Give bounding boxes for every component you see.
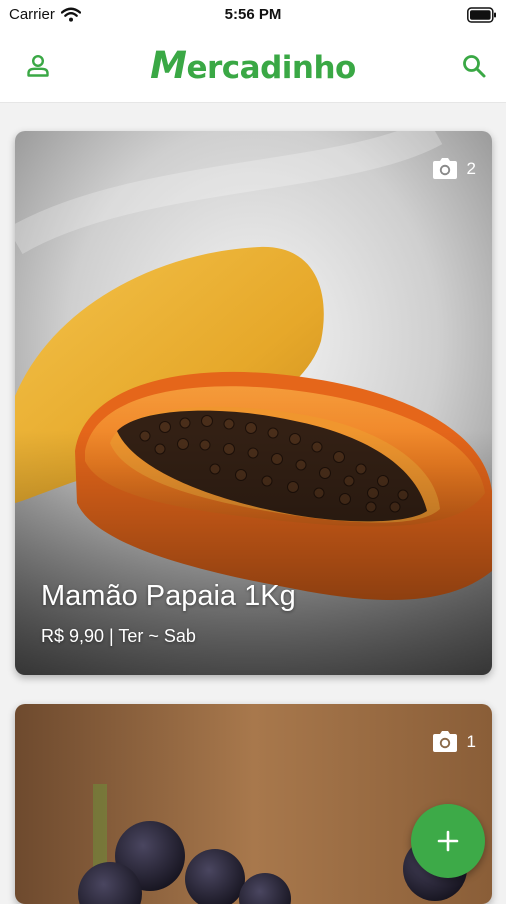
camera-icon [432, 158, 457, 179]
product-photo [15, 704, 492, 904]
search-icon [463, 55, 486, 78]
add-product-button[interactable] [411, 804, 485, 878]
brand-initial: M [150, 44, 187, 87]
app-header: Mercadinho [0, 32, 506, 103]
photo-count: 2 [431, 157, 476, 180]
product-title: Mamão Papaia 1Kg [41, 580, 296, 612]
camera-icon [432, 731, 457, 752]
search-button[interactable] [452, 44, 496, 88]
status-bar: Carrier 5:56 PM [0, 0, 506, 32]
product-card[interactable]: 2 Mamão Papaia 1Kg R$ 9,90 | Ter ~ Sab [15, 131, 492, 675]
brand-logo: Mercadinho [0, 44, 506, 87]
photo-count: 1 [431, 730, 476, 753]
battery-icon [467, 7, 496, 23]
plus-icon [437, 830, 459, 852]
product-price-days: R$ 9,90 | Ter ~ Sab [41, 626, 196, 646]
photo-count-value: 1 [466, 731, 476, 751]
brand-rest: ercadinho [186, 50, 356, 86]
photo-count-value: 2 [466, 158, 476, 178]
product-card[interactable]: 1 [15, 704, 492, 904]
status-time: 5:56 PM [224, 6, 282, 23]
